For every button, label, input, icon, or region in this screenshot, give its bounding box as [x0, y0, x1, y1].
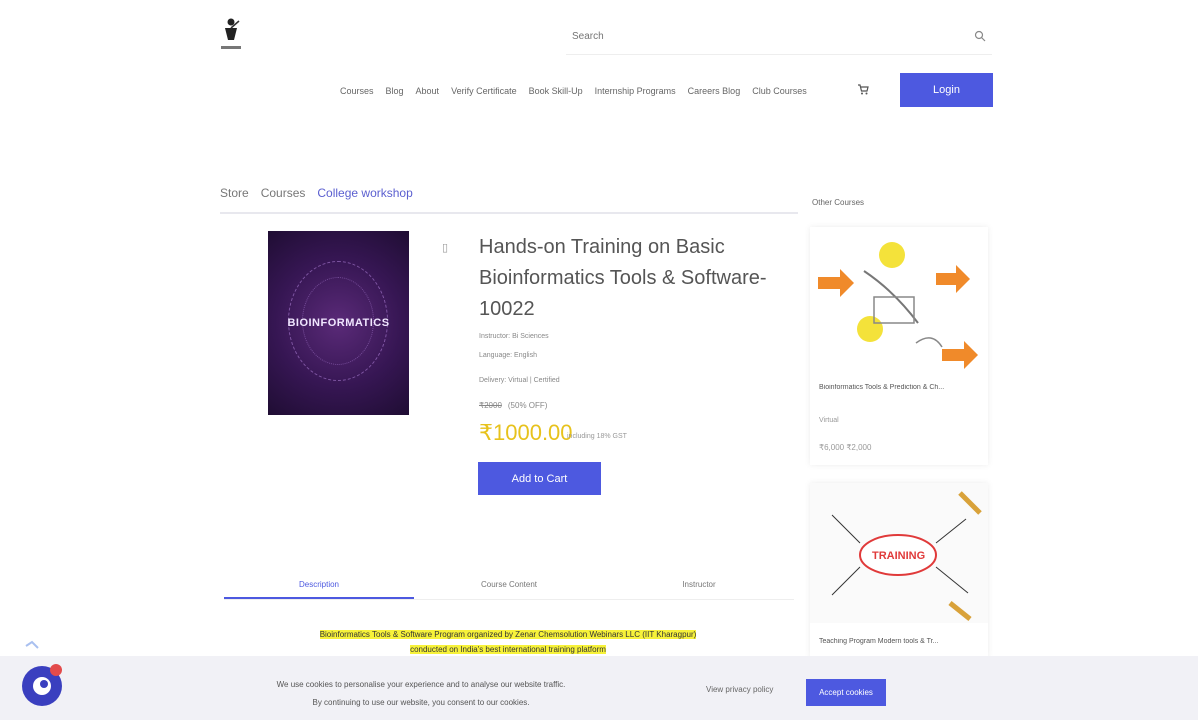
view-privacy-policy-link[interactable]: View privacy policy — [706, 685, 773, 694]
product-instructor: Instructor: Bi Sciences — [479, 333, 549, 340]
description-line-1: Bioinformatics Tools & Software Program … — [319, 630, 697, 639]
main-nav: Courses Blog About Verify Certificate Bo… — [340, 84, 807, 98]
site-logo[interactable] — [219, 16, 243, 54]
price-note: including 18% GST — [567, 433, 627, 440]
search-icon[interactable] — [974, 29, 986, 47]
discount-label: (50% OFF) — [507, 401, 548, 410]
breadcrumb: Store Courses College workshop — [220, 186, 413, 200]
course-card-name[interactable]: Bioinformatics Tools & Prediction & Ch..… — [819, 384, 984, 391]
course-card-price: ₹6,000 ₹2,000 — [819, 443, 872, 452]
cart-icon[interactable] — [857, 82, 869, 100]
description-line-2: conducted on India's best international … — [410, 645, 606, 654]
nav-club-courses[interactable]: Club Courses — [752, 86, 807, 96]
old-price: ₹2000 (50% OFF) — [479, 401, 547, 410]
nav-courses[interactable]: Courses — [340, 86, 374, 96]
course-card-mode: Virtual — [819, 417, 839, 424]
cookie-message: We use cookies to personalise your exper… — [236, 676, 606, 712]
product-tabs: Description Course Content Instructor — [224, 574, 794, 600]
nav-about[interactable]: About — [416, 86, 440, 96]
search-bar[interactable] — [566, 25, 992, 55]
course-card[interactable]: TRAINING Teaching Program Modern tools &… — [810, 483, 988, 658]
breadcrumb-courses[interactable]: Courses — [261, 186, 306, 200]
nav-book-skill-up[interactable]: Book Skill-Up — [529, 86, 583, 96]
product-image: BIOINFORMATICS — [268, 231, 409, 415]
tab-instructor[interactable]: Instructor — [604, 574, 794, 599]
course-card-image: TRAINING — [810, 483, 988, 623]
product-delivery: Delivery: Virtual | Certified — [479, 377, 560, 384]
cookie-message-line-1: We use cookies to personalise your exper… — [276, 680, 566, 689]
tab-description[interactable]: Description — [224, 574, 414, 599]
breadcrumb-current: College workshop — [317, 186, 413, 200]
chat-widget-icon[interactable] — [18, 634, 78, 718]
sidebar-title: Other Courses — [812, 198, 865, 207]
description-text: Bioinformatics Tools & Software Program … — [236, 627, 780, 657]
current-price: ₹1000.00 — [479, 420, 573, 445]
add-to-cart-button[interactable]: Add to Cart — [478, 462, 601, 495]
nav-careers-blog[interactable]: Careers Blog — [688, 86, 741, 96]
course-card-image — [814, 231, 984, 377]
login-button[interactable]: Login — [900, 73, 993, 107]
accept-cookies-button[interactable]: Accept cookies — [806, 679, 886, 706]
svg-text:TRAINING: TRAINING — [872, 550, 925, 562]
product-image-text: BIOINFORMATICS — [287, 317, 390, 329]
product-title: Hands-on Training on Basic Bioinformatic… — [479, 236, 767, 320]
course-card[interactable]: Bioinformatics Tools & Prediction & Ch..… — [810, 227, 988, 465]
search-input[interactable] — [572, 31, 952, 42]
nav-internship-programs[interactable]: Internship Programs — [595, 86, 676, 96]
nav-verify-certificate[interactable]: Verify Certificate — [451, 86, 517, 96]
original-price: ₹2000 — [479, 401, 502, 410]
nav-blog[interactable]: Blog — [386, 86, 404, 96]
product-language: Language: English — [479, 352, 537, 359]
breadcrumb-store[interactable]: Store — [220, 186, 249, 200]
tab-course-content[interactable]: Course Content — [414, 574, 604, 599]
cookie-message-line-2: By continuing to use our website, you co… — [312, 698, 530, 707]
course-card-name[interactable]: Teaching Program Modern tools & Tr... — [819, 638, 984, 645]
bookmark-icon[interactable]: ▯ — [442, 241, 448, 254]
breadcrumb-divider — [220, 212, 798, 214]
